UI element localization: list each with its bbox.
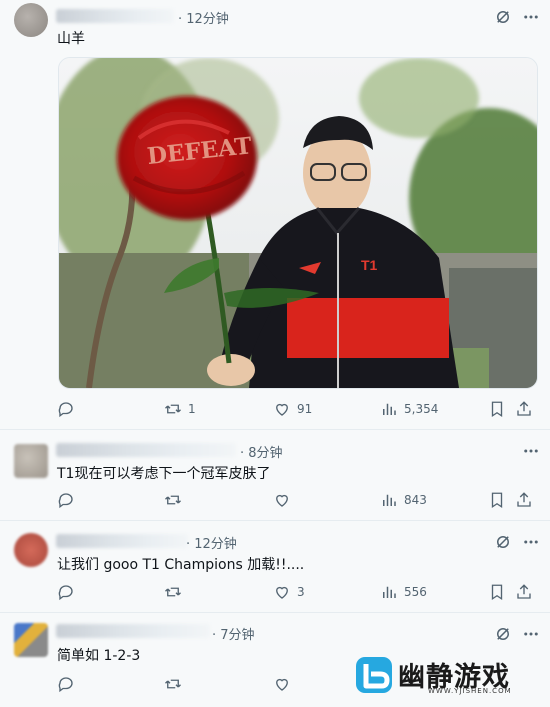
grok-icon[interactable]	[494, 8, 512, 26]
post-text: 山羊	[57, 31, 85, 47]
post-time: · 12分钟	[178, 12, 229, 27]
bookmark-button[interactable]	[488, 488, 506, 512]
watermark-url: WWW.YJISHEN.COM	[428, 687, 512, 695]
jersey-logo: T1	[361, 257, 378, 273]
share-icon	[517, 401, 531, 416]
reply-button[interactable]	[57, 580, 81, 604]
views-icon	[383, 586, 396, 598]
reply-icon	[58, 585, 73, 601]
action-bar	[55, 672, 305, 696]
action-bar: 1 91 5,354	[55, 397, 535, 421]
more-icon[interactable]	[522, 442, 540, 460]
reply-button[interactable]	[57, 488, 81, 512]
heart-icon	[276, 586, 288, 599]
retweet-button[interactable]: 1	[164, 397, 196, 421]
avatar[interactable]	[14, 533, 48, 567]
retweet-icon	[165, 404, 181, 414]
share-icon	[517, 492, 531, 507]
author-name-blurred[interactable]	[56, 443, 236, 457]
share-icon	[517, 584, 531, 599]
bookmark-icon	[491, 401, 503, 418]
avatar[interactable]	[14, 623, 48, 657]
post-3[interactable]: · 12分钟 让我们 gooo T1 Champions 加载!!.... 3 …	[0, 521, 550, 613]
retweet-icon	[165, 495, 181, 505]
retweet-button[interactable]	[164, 672, 188, 696]
share-button[interactable]	[515, 488, 533, 512]
views-icon	[383, 494, 396, 506]
post-text: 让我们 gooo T1 Champions 加载!!....	[57, 557, 305, 573]
reply-icon	[58, 402, 73, 418]
watermark-logo-icon	[356, 657, 392, 693]
more-icon[interactable]	[522, 625, 540, 643]
bookmark-button[interactable]	[488, 580, 506, 604]
post-1[interactable]: · 12分钟 山羊 T1 DEFEAT 1 91 5,354	[0, 0, 550, 430]
bookmark-button[interactable]	[488, 397, 506, 421]
bookmark-icon	[491, 492, 503, 509]
author-name-blurred[interactable]	[56, 9, 174, 23]
retweet-icon	[165, 587, 181, 597]
like-button[interactable]	[273, 672, 297, 696]
retweet-button[interactable]	[164, 580, 188, 604]
action-bar: 3 556	[55, 580, 535, 604]
avatar[interactable]	[14, 444, 48, 478]
post-time: · 12分钟	[186, 537, 237, 552]
views-count: 5,354	[404, 402, 439, 416]
views-button[interactable]: 5,354	[380, 397, 438, 421]
like-button[interactable]	[273, 488, 297, 512]
heart-icon	[276, 403, 288, 416]
views-icon	[383, 403, 396, 415]
views-button[interactable]: 556	[380, 580, 427, 604]
more-icon[interactable]	[522, 8, 540, 26]
author-name-blurred[interactable]	[56, 534, 188, 548]
post-time: · 8分钟	[240, 446, 283, 461]
views-count: 843	[404, 493, 427, 507]
post-2[interactable]: · 8分钟 T1现在可以考虑下一个冠军皮肤了 843	[0, 430, 550, 521]
post-text: 简单如 1-2-3	[57, 648, 141, 664]
views-count: 556	[404, 585, 427, 599]
grok-icon[interactable]	[494, 625, 512, 643]
reply-button[interactable]	[57, 672, 81, 696]
share-button[interactable]	[515, 397, 533, 421]
heart-icon	[276, 678, 288, 691]
avatar[interactable]	[14, 3, 48, 37]
heart-icon	[276, 494, 288, 507]
more-icon[interactable]	[522, 533, 540, 551]
site-watermark: 幽静游戏 WWW.YJISHEN.COM	[354, 651, 542, 699]
like-button[interactable]: 3	[273, 580, 305, 604]
bookmark-icon	[491, 584, 503, 601]
share-button[interactable]	[515, 580, 533, 604]
like-count: 3	[297, 585, 305, 599]
views-button[interactable]: 843	[380, 488, 427, 512]
post-image[interactable]: T1 DEFEAT	[58, 57, 538, 389]
grok-icon[interactable]	[494, 533, 512, 551]
reply-icon	[58, 677, 73, 693]
retweet-button[interactable]	[164, 488, 188, 512]
like-count: 91	[297, 402, 313, 416]
post-time: · 7分钟	[212, 628, 255, 643]
retweet-icon	[165, 679, 181, 689]
photo-faker-rose: T1 DEFEAT	[59, 58, 537, 388]
action-bar: 843	[55, 488, 535, 512]
author-name-blurred[interactable]	[56, 624, 210, 638]
retweet-count: 1	[188, 402, 196, 416]
like-button[interactable]: 91	[273, 397, 312, 421]
reply-button[interactable]	[57, 397, 81, 421]
reply-icon	[58, 493, 73, 509]
post-text: T1现在可以考虑下一个冠军皮肤了	[57, 466, 271, 482]
